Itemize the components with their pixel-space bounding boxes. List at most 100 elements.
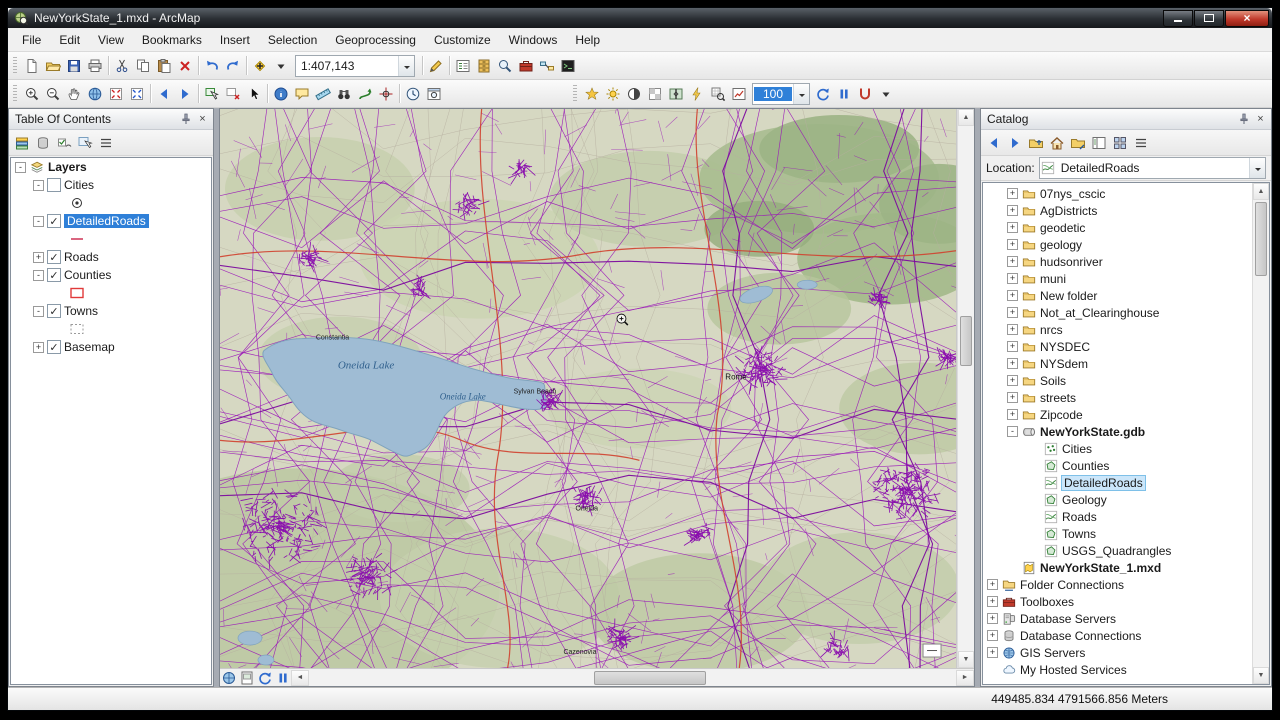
catalog-item-selected[interactable]: DetailedRoads <box>983 474 1252 491</box>
expander-icon[interactable]: + <box>1007 375 1018 386</box>
expander-icon[interactable]: - <box>33 179 44 191</box>
layer-label[interactable]: Counties <box>64 268 111 282</box>
expander-icon[interactable]: - <box>33 269 44 281</box>
select-elements-icon[interactable] <box>244 84 264 104</box>
layer-checkbox[interactable]: ✓ <box>47 268 61 282</box>
dropdown-arrow-icon[interactable] <box>1249 158 1265 178</box>
expander-icon[interactable] <box>987 664 998 675</box>
close-button[interactable]: × <box>1225 9 1269 27</box>
catalog-item[interactable]: + streets <box>983 389 1252 406</box>
scroll-down-button[interactable]: ▼ <box>1253 667 1269 684</box>
scroll-track[interactable] <box>1253 200 1269 667</box>
catalog-item[interactable]: + NYSDEC <box>983 338 1252 355</box>
layer-checkbox[interactable] <box>47 178 61 192</box>
catalog-item[interactable]: +07nys_cscic <box>983 185 1252 202</box>
dropdown-arrow-icon[interactable] <box>793 83 809 104</box>
catalog-item-folder-connections[interactable]: + Folder Connections <box>983 576 1252 593</box>
catalog-scrollbar[interactable]: ▲ ▼ <box>1252 183 1269 684</box>
back-icon[interactable] <box>154 84 174 104</box>
minimize-button[interactable] <box>1163 9 1193 27</box>
expander-icon[interactable]: + <box>1007 392 1018 403</box>
catalog-tree[interactable]: +07nys_cscic + AgDistricts + geodetic + geo… <box>983 183 1252 684</box>
find-icon[interactable] <box>334 84 354 104</box>
catalog-item[interactable]: Cities <box>983 440 1252 457</box>
catalog-item[interactable]: + NYSdem <box>983 355 1252 372</box>
search-icon[interactable] <box>495 56 515 76</box>
close-icon[interactable]: × <box>1253 112 1268 126</box>
menu-item-view[interactable]: View <box>90 31 132 49</box>
options-menu-icon[interactable] <box>96 133 116 153</box>
scroll-thumb[interactable] <box>1255 202 1267 276</box>
expander-icon[interactable]: + <box>987 647 998 658</box>
scroll-track[interactable] <box>309 670 956 686</box>
toggle-contents-icon[interactable] <box>1089 133 1109 153</box>
layer-checkbox[interactable]: ✓ <box>47 340 61 354</box>
catalog-panel-header[interactable]: Catalog × <box>981 109 1271 130</box>
home-folder-icon[interactable] <box>1047 133 1067 153</box>
expander-icon[interactable]: + <box>1007 358 1018 369</box>
catalog-item[interactable]: + hudsonriver <box>983 253 1252 270</box>
pause-drawing-icon[interactable] <box>274 670 291 686</box>
title-bar[interactable]: NewYorkState_1.mxd - ArcMap × <box>8 8 1272 28</box>
catalog-item[interactable]: + geodetic <box>983 219 1252 236</box>
expander-icon[interactable]: + <box>987 613 998 624</box>
swipe-icon[interactable] <box>666 84 686 104</box>
layout-view-icon[interactable] <box>238 670 255 686</box>
expander-icon[interactable]: + <box>1007 324 1018 335</box>
expander-icon[interactable] <box>1007 562 1018 573</box>
toolbar-grip[interactable] <box>13 56 17 75</box>
delete-icon[interactable] <box>175 56 195 76</box>
menu-item-edit[interactable]: Edit <box>51 31 88 49</box>
redo-icon[interactable] <box>223 56 243 76</box>
expander-icon[interactable]: + <box>1007 307 1018 318</box>
dropdown-icon[interactable] <box>876 84 896 104</box>
undo-icon[interactable] <box>202 56 222 76</box>
menu-item-file[interactable]: File <box>14 31 49 49</box>
viewer-window-icon[interactable] <box>424 84 444 104</box>
catalog-item[interactable]: Geology <box>983 491 1252 508</box>
pin-icon[interactable] <box>1236 112 1251 126</box>
brightness-icon[interactable] <box>603 84 623 104</box>
flicker-icon[interactable] <box>687 84 707 104</box>
close-icon[interactable]: × <box>195 112 210 126</box>
html-popup-icon[interactable] <box>292 84 312 104</box>
editor-icon[interactable] <box>426 56 446 76</box>
menu-item-windows[interactable]: Windows <box>501 31 566 49</box>
list-by-source-icon[interactable] <box>33 133 53 153</box>
python-window-icon[interactable] <box>558 56 578 76</box>
expander-icon[interactable]: - <box>15 161 26 173</box>
open-folder-icon[interactable] <box>43 56 63 76</box>
expander-icon[interactable]: + <box>1007 256 1018 267</box>
overview-widget[interactable] <box>922 643 942 658</box>
scroll-up-button[interactable]: ▲ <box>1253 183 1269 200</box>
map-vertical-scrollbar[interactable]: ▲ ▼ <box>957 109 974 668</box>
select-features-icon[interactable] <box>202 84 222 104</box>
expander-icon[interactable] <box>1029 477 1040 488</box>
zoom-percent-combo[interactable]: 100 <box>752 82 810 105</box>
menu-item-bookmarks[interactable]: Bookmarks <box>134 31 210 49</box>
catalog-item[interactable]: + nrcs <box>983 321 1252 338</box>
scroll-right-button[interactable]: ► <box>956 669 974 686</box>
toc-tree[interactable]: - Layers - Cities - ✓ DetailedRoads + ✓ … <box>10 157 212 685</box>
catalog-item[interactable]: Towns <box>983 525 1252 542</box>
layer-checkbox[interactable]: ✓ <box>47 304 61 318</box>
map-view[interactable]: Constantia Oneida Lake Oneida Lake Sylva… <box>220 109 956 668</box>
print-icon[interactable] <box>85 56 105 76</box>
expander-icon[interactable] <box>1029 511 1040 522</box>
list-by-visibility-icon[interactable] <box>54 133 74 153</box>
cut-icon[interactable] <box>112 56 132 76</box>
toolbar-grip[interactable] <box>13 84 17 103</box>
layer-label[interactable]: Cities <box>64 178 94 192</box>
catalog-item[interactable]: Roads <box>983 508 1252 525</box>
catalog-item-toolboxes[interactable]: + Toolboxes <box>983 593 1252 610</box>
expander-icon[interactable]: + <box>987 596 998 607</box>
pause-drawing-icon[interactable] <box>834 84 854 104</box>
model-builder-icon[interactable] <box>537 56 557 76</box>
clear-selection-icon[interactable] <box>223 84 243 104</box>
image-analysis-icon[interactable] <box>729 84 749 104</box>
expander-icon[interactable]: + <box>987 630 998 641</box>
time-slider-icon[interactable] <box>403 84 423 104</box>
find-route-icon[interactable] <box>355 84 375 104</box>
scroll-down-button[interactable]: ▼ <box>958 651 974 668</box>
layer-row-detailedroads[interactable]: - ✓ DetailedRoads <box>11 212 211 230</box>
